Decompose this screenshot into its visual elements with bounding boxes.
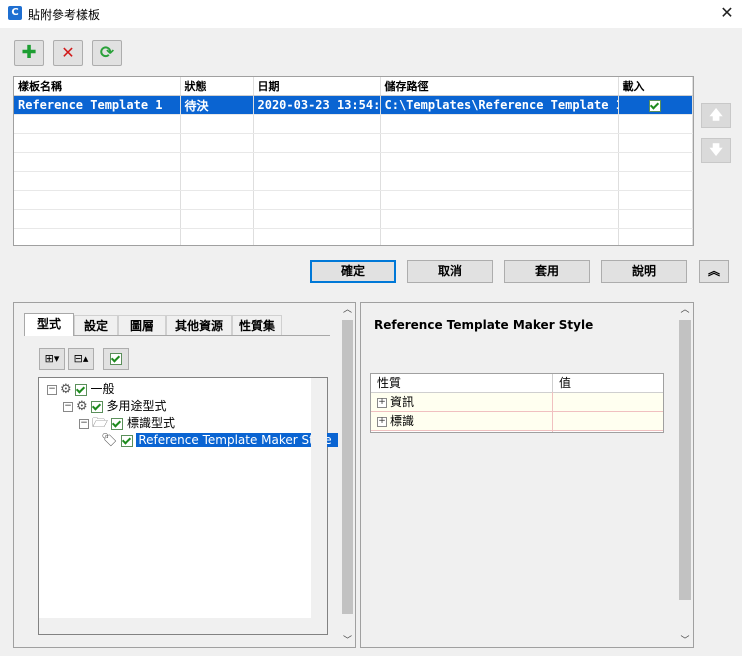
ok-button[interactable]: 確定 (310, 260, 396, 283)
tab-settings[interactable]: 設定 (74, 315, 118, 335)
tree-node-label: 多用途型式 (106, 399, 167, 413)
tree-node-label: Reference Template Maker Style (136, 433, 338, 447)
tab-layers[interactable]: 圖層 (118, 315, 166, 335)
grid-header: 樣板名稱 狀態 日期 儲存路徑 載入 (14, 77, 693, 96)
app-icon: C (8, 6, 22, 20)
refresh-button[interactable]: ⟳ (92, 40, 122, 66)
node-checkbox[interactable] (74, 383, 87, 396)
add-template-button[interactable]: ✚ (14, 40, 44, 66)
collapse-tree-icon[interactable]: ⊟▴ (68, 348, 94, 370)
collapse-icon[interactable]: − (47, 384, 57, 395)
property-label: 資訊 (390, 395, 415, 409)
column-header-property[interactable]: 性質 (371, 374, 553, 392)
check-all-button[interactable] (103, 348, 129, 370)
folder-open-icon: 🗁 (92, 416, 109, 431)
column-header-date[interactable]: 日期 (253, 77, 381, 96)
apply-button[interactable]: 套用 (504, 260, 590, 283)
column-header-name[interactable]: 樣板名稱 (14, 77, 181, 96)
expand-icon[interactable]: + (377, 397, 387, 408)
tab-other-resources[interactable]: 其他資源 (166, 315, 232, 335)
tree-node-tag-styles[interactable]: − 🗁 標識型式 (39, 415, 327, 432)
node-checkbox[interactable] (120, 434, 133, 447)
collapse-icon[interactable]: − (79, 418, 89, 429)
tag-style-icon: 🏷 (101, 433, 118, 448)
empty-row (14, 114, 693, 134)
check-all-icon (110, 353, 122, 365)
right-scroll-thumb[interactable] (679, 320, 691, 600)
close-icon[interactable]: ✕ (716, 2, 738, 24)
property-table[interactable]: 性質值 + 資訊 + 標識 (370, 373, 664, 433)
property-row-tag[interactable]: + 標識 (371, 412, 663, 431)
node-checkbox[interactable] (111, 417, 124, 430)
tab-styles[interactable]: 型式 (24, 313, 74, 336)
property-label: 標識 (390, 414, 415, 428)
tree-hscroll[interactable] (39, 618, 327, 634)
help-button[interactable]: 說明 (601, 260, 687, 283)
gear-icon: ⚙ (60, 382, 72, 397)
collapse-button[interactable]: ︽ (699, 260, 729, 283)
tree-node-general[interactable]: − ⚙ 一般 (39, 378, 327, 398)
template-grid[interactable]: 樣板名稱 狀態 日期 儲存路徑 載入 Reference Template 1 … (13, 76, 694, 246)
scroll-up-icon[interactable]: ︿ (678, 302, 692, 316)
detail-panel (360, 302, 694, 648)
property-table-header: 性質值 (371, 374, 663, 393)
empty-row (14, 133, 693, 153)
delete-template-button[interactable]: ✕ (53, 40, 83, 66)
cell-load[interactable] (618, 95, 693, 115)
tree-vscroll[interactable] (311, 378, 327, 618)
detail-title: Reference Template Maker Style (374, 318, 594, 332)
scroll-down-icon[interactable]: ﹀ (678, 633, 692, 647)
empty-row (14, 228, 693, 245)
empty-row (14, 171, 693, 191)
column-header-status[interactable]: 狀態 (180, 77, 254, 96)
cell-name: Reference Template 1 (14, 95, 181, 115)
empty-row (14, 152, 693, 172)
empty-row (14, 190, 693, 210)
scroll-down-icon[interactable]: ﹀ (341, 633, 354, 647)
property-row-info[interactable]: + 資訊 (371, 393, 663, 412)
load-checkbox[interactable] (649, 99, 661, 112)
tree-node-label: 標識型式 (126, 416, 175, 430)
move-down-button[interactable]: 🡇 (701, 138, 731, 163)
tab-property-sets[interactable]: 性質集 (232, 315, 282, 335)
column-divider (552, 392, 553, 432)
tree-node-ref-style[interactable]: 🏷 Reference Template Maker Style (39, 432, 338, 449)
tree-node-label: 一般 (90, 382, 115, 396)
tree-node-multipurpose[interactable]: − ⚙ 多用途型式 (39, 398, 327, 415)
move-up-button[interactable]: 🡅 (701, 103, 731, 128)
collapse-icon[interactable]: − (63, 401, 73, 412)
window-title: 貼附參考樣板 (28, 8, 101, 22)
left-scroll-thumb[interactable] (342, 320, 353, 614)
cancel-button[interactable]: 取消 (407, 260, 493, 283)
gear-icon: ⚙ (76, 399, 88, 414)
cell-path: C:\Templates\Reference Template 1.dwt (380, 95, 619, 115)
title-bar (0, 0, 742, 28)
empty-row (14, 209, 693, 229)
node-checkbox[interactable] (90, 400, 103, 413)
expand-tree-icon[interactable]: ⊞▾ (39, 348, 65, 370)
column-header-load[interactable]: 載入 (618, 77, 693, 96)
cell-date: 2020-03-23 13:54:15 (253, 95, 381, 115)
table-row[interactable]: Reference Template 1 待決 2020-03-23 13:54… (14, 95, 693, 115)
expand-icon[interactable]: + (377, 416, 387, 427)
column-header-path[interactable]: 儲存路徑 (380, 77, 619, 96)
style-tree[interactable]: − ⚙ 一般 − ⚙ 多用途型式 − 🗁 標識型式 🏷 Reference Templ… (38, 377, 338, 635)
column-header-value[interactable]: 值 (553, 376, 571, 390)
scroll-up-icon[interactable]: ︿ (341, 302, 354, 316)
cell-status: 待決 (180, 95, 254, 115)
